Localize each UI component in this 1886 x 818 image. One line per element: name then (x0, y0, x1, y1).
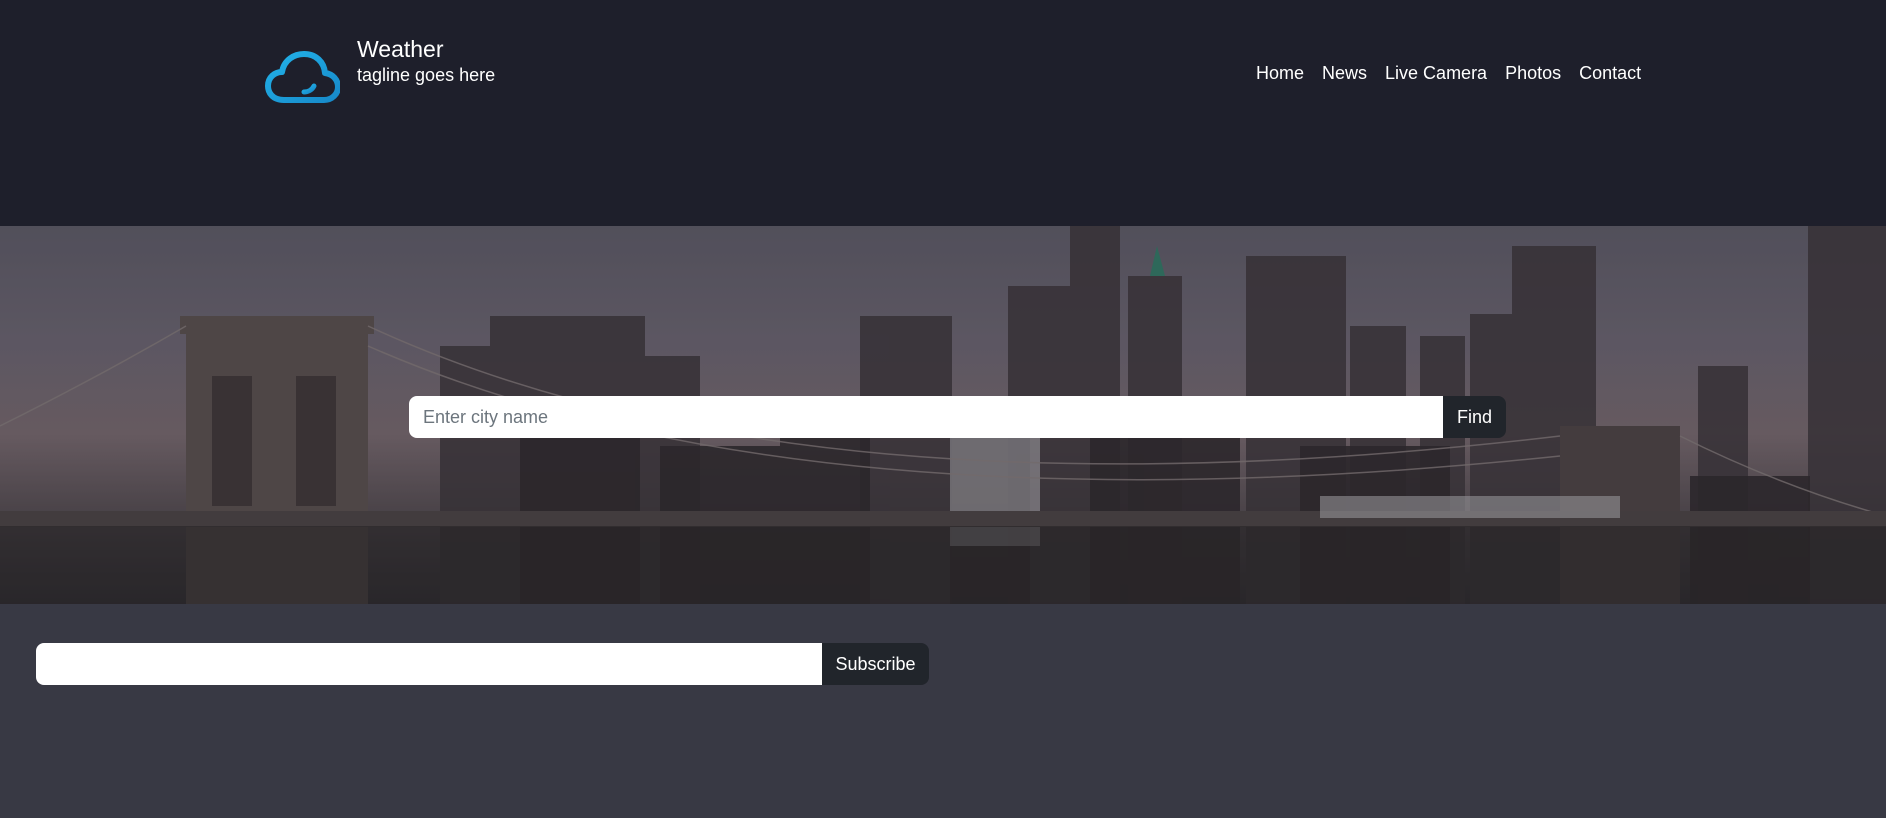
site-tagline: tagline goes here (357, 65, 496, 85)
find-button[interactable]: Find (1443, 396, 1506, 438)
nav-item-photos[interactable]: Photos (1505, 60, 1561, 86)
main-nav: Home News Live Camera Photos Contact (1256, 60, 1641, 86)
cloud-icon (265, 51, 340, 103)
subscribe-form: Subscribe (36, 643, 929, 685)
nav-item-news[interactable]: News (1322, 60, 1367, 86)
subscribe-email-input[interactable] (36, 643, 822, 685)
city-search-input[interactable] (409, 396, 1443, 438)
site-title: Weather (357, 36, 444, 62)
nav-item-contact[interactable]: Contact (1579, 60, 1641, 86)
city-search-form: Find (409, 396, 1506, 438)
subscribe-button[interactable]: Subscribe (822, 643, 929, 685)
brand[interactable]: Weather tagline goes here (264, 34, 495, 108)
nav-item-live-camera[interactable]: Live Camera (1385, 60, 1487, 86)
hero-banner: Find (0, 226, 1886, 604)
nav-item-home[interactable]: Home (1256, 60, 1304, 86)
site-header: Weather tagline goes here Home News Live… (0, 0, 1886, 226)
